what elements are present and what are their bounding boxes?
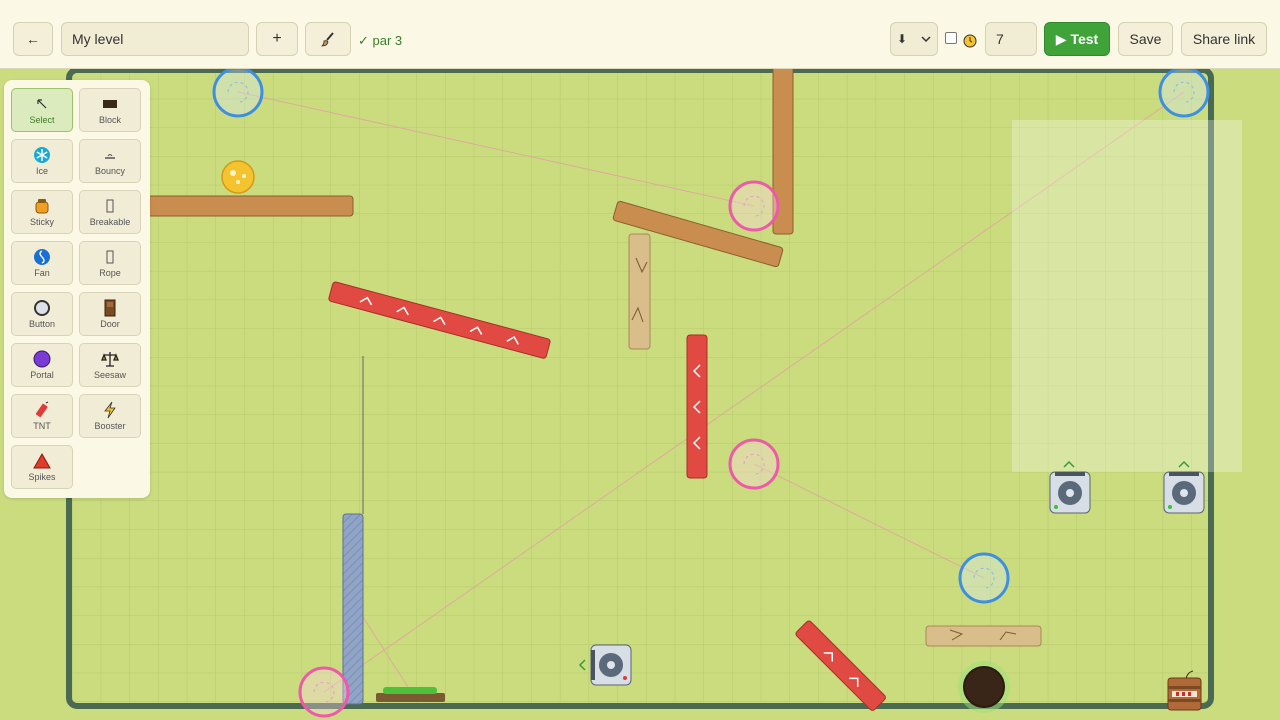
- tool-label: Select: [29, 115, 55, 125]
- tool-label: Bouncy: [94, 166, 126, 176]
- direction-select-value: ⬇: [897, 32, 908, 46]
- breakable-block[interactable]: [628, 233, 651, 350]
- door-icon: [104, 299, 116, 317]
- portal-blue[interactable]: [212, 66, 264, 118]
- fan-icon: [34, 249, 50, 265]
- button-icon: [34, 300, 50, 316]
- fan-wind-zone: [1012, 120, 1242, 472]
- snowflake-icon: [34, 147, 50, 163]
- tool-label: Button: [28, 319, 56, 329]
- tool-label: Booster: [94, 421, 126, 431]
- tool-fan[interactable]: Fan: [11, 241, 73, 285]
- breakable-block[interactable]: [925, 625, 1042, 647]
- tool-palette: Select Block Ice Bouncy Sticky Breakable…: [4, 80, 150, 498]
- honey-icon: [35, 199, 49, 214]
- portal-blue[interactable]: [958, 552, 1010, 604]
- tool-button[interactable]: Button: [11, 292, 73, 336]
- tool-label: Portal: [30, 370, 54, 380]
- tool-label: TNT: [33, 421, 51, 431]
- share-link-button[interactable]: Share link: [1181, 22, 1267, 56]
- tool-block[interactable]: Block: [79, 88, 141, 132]
- tool-label: Spikes: [28, 472, 56, 482]
- tool-portal[interactable]: Portal: [11, 343, 73, 387]
- tool-door[interactable]: Door: [79, 292, 141, 336]
- seesaw-icon: [101, 352, 119, 367]
- tool-bouncy[interactable]: Bouncy: [79, 139, 141, 183]
- spikes-icon: [33, 452, 51, 469]
- tool-label: Breakable: [89, 217, 131, 227]
- level-name-input[interactable]: My level: [61, 22, 249, 56]
- editor-toolbar: ← My level + ✓ par 3 ⬇ 7 ▶ Test Save Sha…: [0, 0, 1280, 69]
- timer-seconds-input[interactable]: 7: [985, 22, 1037, 56]
- direction-select[interactable]: ⬇: [890, 22, 938, 56]
- level-canvas[interactable]: [0, 0, 1280, 720]
- portal-pink[interactable]: [728, 180, 780, 232]
- rope-icon: [106, 250, 114, 264]
- par-status: ✓ par 3: [358, 33, 403, 48]
- save-button[interactable]: Save: [1118, 22, 1173, 56]
- tool-label: Rope: [99, 268, 121, 278]
- tool-seesaw[interactable]: Seesaw: [79, 343, 141, 387]
- tool-sticky[interactable]: Sticky: [11, 190, 73, 234]
- portal-icon: [33, 350, 51, 368]
- bouncy-icon: [105, 154, 115, 159]
- goal-hole[interactable]: [958, 661, 1010, 713]
- timer-icon: [963, 34, 977, 48]
- wood-plank[interactable]: [147, 195, 354, 217]
- chevron-down-icon: [921, 36, 931, 43]
- tool-rope[interactable]: Rope: [79, 241, 141, 285]
- portal-pink[interactable]: [298, 666, 350, 718]
- bouncy-pad[interactable]: [686, 334, 708, 479]
- lightning-icon: [104, 401, 116, 419]
- add-button[interactable]: +: [256, 22, 298, 56]
- portal-blue[interactable]: [1158, 66, 1210, 118]
- tool-label: Fan: [34, 268, 50, 278]
- tool-spikes[interactable]: Spikes: [11, 445, 73, 489]
- tool-booster[interactable]: Booster: [79, 394, 141, 438]
- door-block[interactable]: [342, 513, 364, 705]
- player-ball[interactable]: [221, 160, 255, 194]
- block-icon: [103, 100, 117, 108]
- tool-breakable[interactable]: Breakable: [79, 190, 141, 234]
- brush-button[interactable]: [305, 22, 351, 56]
- brush-icon: [321, 32, 334, 47]
- cursor-icon: [37, 99, 47, 109]
- tnt-icon: [35, 401, 49, 418]
- tool-label: Door: [100, 319, 120, 329]
- tool-label: Seesaw: [93, 370, 127, 380]
- tool-label: Sticky: [29, 217, 54, 227]
- tool-ice[interactable]: Ice: [11, 139, 73, 183]
- test-button[interactable]: ▶ Test: [1044, 22, 1110, 56]
- tool-label: Ice: [35, 166, 48, 176]
- timer-checkbox[interactable]: [945, 32, 957, 44]
- tool-tnt[interactable]: TNT: [11, 394, 73, 438]
- tool-select[interactable]: Select: [11, 88, 73, 132]
- floor-button[interactable]: [376, 687, 445, 702]
- breakable-icon: [106, 199, 114, 213]
- tool-label: Block: [98, 115, 121, 125]
- portal-pink[interactable]: [728, 438, 780, 490]
- back-button[interactable]: ←: [13, 22, 53, 56]
